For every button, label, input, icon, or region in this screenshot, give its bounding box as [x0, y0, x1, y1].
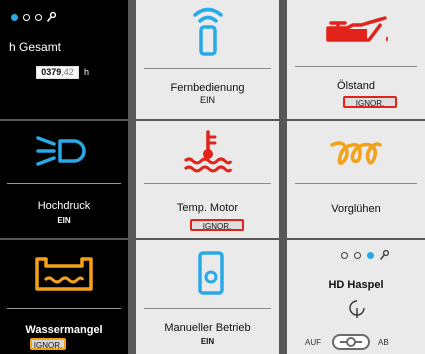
oil-can-icon: [326, 16, 388, 42]
divider: [295, 66, 417, 67]
page-dot-1[interactable]: [341, 252, 348, 259]
divider: [295, 183, 417, 184]
glow-plug-icon: [330, 141, 382, 165]
operating-hours-tile: h Gesamt 0379,42 h: [0, 0, 128, 119]
hose-reel-tile: HD Haspel AUF AB: [287, 240, 425, 354]
toggle-knob[interactable]: [346, 337, 356, 347]
remote-control-icon: [193, 7, 223, 56]
toggle-right-label: AB: [378, 338, 389, 347]
high-pressure-tile[interactable]: Hochdruck EIN: [0, 121, 128, 238]
manual-mode-label: Manueller Betrieb: [164, 322, 251, 334]
hours-unit: h: [84, 67, 90, 77]
engine-temp-label: Temp. Motor: [176, 202, 239, 214]
page-dot-3[interactable]: [35, 14, 42, 21]
coolant-temperature-icon: [183, 130, 233, 173]
water-shortage-label: Wassermangel: [25, 324, 103, 336]
wrench-icon[interactable]: [379, 250, 389, 261]
divider: [7, 183, 121, 184]
toggle-left-label: AUF: [305, 338, 321, 347]
hours-title: h Gesamt: [9, 40, 62, 54]
water-tank-icon: [35, 257, 93, 291]
remote-control-status: EIN: [199, 95, 215, 105]
hours-counter-main: 0379: [41, 67, 62, 77]
high-pressure-lamp-icon: [36, 136, 86, 166]
remote-control-label: Fernbedienung: [170, 82, 245, 94]
high-pressure-label: Hochdruck: [37, 200, 91, 212]
hose-reel-icon: [349, 300, 365, 318]
hose-reel-toggle[interactable]: [332, 334, 370, 350]
glow-plug-tile[interactable]: Vorglühen: [287, 121, 425, 238]
divider: [144, 308, 271, 309]
divider: [144, 68, 271, 69]
hours-counter-decimal: ,42: [61, 67, 74, 77]
page-dot-2[interactable]: [354, 252, 361, 259]
remote-control-tile[interactable]: Fernbedienung EIN: [136, 0, 279, 119]
phone-mode-icon: [198, 251, 224, 295]
water-shortage-tile[interactable]: Wassermangel IGNOR.: [0, 240, 128, 354]
oil-level-label: Ölstand: [337, 80, 375, 92]
page-dot-1[interactable]: [11, 14, 18, 21]
oil-ignore-button[interactable]: IGNOR.: [343, 96, 397, 108]
divider: [7, 308, 121, 309]
wrench-icon[interactable]: [46, 12, 56, 23]
page-dot-2[interactable]: [23, 14, 30, 21]
manual-mode-status: EIN: [200, 337, 215, 346]
glow-plug-label: Vorglühen: [331, 203, 381, 215]
divider: [144, 183, 271, 184]
water-ignore-button[interactable]: IGNOR.: [30, 338, 66, 350]
engine-temp-ignore-button[interactable]: IGNOR.: [190, 219, 244, 231]
engine-temp-tile[interactable]: Temp. Motor IGNOR.: [136, 121, 279, 238]
manual-mode-tile[interactable]: Manueller Betrieb EIN: [136, 240, 279, 354]
hours-counter: 0379,42: [36, 66, 79, 79]
oil-level-tile[interactable]: Ölstand IGNOR.: [287, 0, 425, 119]
high-pressure-status: EIN: [57, 216, 71, 225]
page-dot-3[interactable]: [367, 252, 374, 259]
hose-reel-title: HD Haspel: [328, 279, 384, 291]
